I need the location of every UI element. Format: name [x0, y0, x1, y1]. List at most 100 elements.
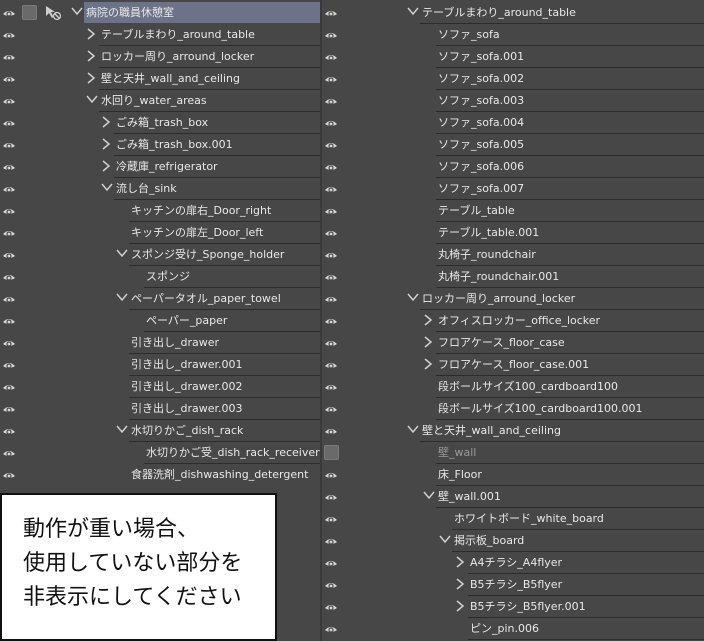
chevron-right-icon[interactable]	[455, 600, 465, 612]
eye-icon[interactable]	[324, 250, 338, 259]
outliner-row[interactable]: ソファ_sofa.004	[322, 112, 704, 134]
row-label[interactable]: ソファ_sofa.006	[436, 156, 704, 178]
outliner-row[interactable]: 引き出し_drawer.002	[0, 376, 320, 398]
row-label[interactable]: B5チラシ_B5flyer	[468, 574, 704, 596]
row-label[interactable]: 水切りかご_dish_rack	[129, 420, 320, 442]
row-label[interactable]: ソファ_sofa.003	[436, 90, 704, 112]
outliner-row[interactable]: 掲示板_board	[322, 530, 704, 552]
row-label[interactable]: 冷蔵庫_refrigerator	[114, 156, 320, 178]
outliner-row[interactable]: 引き出し_drawer.003	[0, 398, 320, 420]
chevron-right-icon[interactable]	[423, 358, 433, 370]
row-label[interactable]: ホワイトボード_white_board	[452, 508, 704, 530]
row-label[interactable]: 病院の職員休憩室	[84, 2, 320, 23]
row-label[interactable]: 引き出し_drawer.002	[129, 376, 320, 398]
eye-icon[interactable]	[324, 8, 338, 17]
eye-icon[interactable]	[2, 338, 16, 347]
row-label[interactable]: 引き出し_drawer.001	[129, 354, 320, 376]
outliner-row[interactable]: 壁と天井_wall_and_ceiling	[0, 68, 320, 90]
eye-icon[interactable]	[324, 602, 338, 611]
chevron-right-icon[interactable]	[455, 556, 465, 568]
chevron-right-icon[interactable]	[455, 578, 465, 590]
outliner-row[interactable]: ソファ_sofa.007	[322, 178, 704, 200]
chevron-down-icon[interactable]	[86, 94, 98, 106]
outliner-row[interactable]: ソファ_sofa.002	[322, 68, 704, 90]
outliner-row[interactable]: ソファ_sofa.001	[322, 46, 704, 68]
chevron-right-icon[interactable]	[423, 314, 433, 326]
chevron-down-icon[interactable]	[407, 424, 419, 436]
chevron-right-icon[interactable]	[101, 160, 111, 172]
outliner-row[interactable]: ロッカー周り_arround_locker	[0, 46, 320, 68]
eye-icon[interactable]	[324, 426, 338, 435]
outliner-row[interactable]: 段ボールサイズ100_cardboard100.001	[322, 398, 704, 420]
eye-icon[interactable]	[324, 580, 338, 589]
visibility-toggle-off[interactable]	[324, 445, 339, 460]
row-label[interactable]: B5チラシ_B5flyer.001	[468, 596, 704, 618]
outliner-row[interactable]: テーブルまわり_around_table	[0, 24, 320, 46]
outliner-row[interactable]: 引き出し_drawer.001	[0, 354, 320, 376]
eye-icon[interactable]	[324, 316, 338, 325]
outliner-row[interactable]: オフィスロッカー_office_locker	[322, 310, 704, 332]
eye-icon[interactable]	[2, 8, 16, 17]
eye-icon[interactable]	[2, 272, 16, 281]
row-label[interactable]: ペーパー_paper	[144, 310, 320, 332]
chevron-down-icon[interactable]	[71, 6, 83, 18]
outliner-row[interactable]: 丸椅子_roundchair	[322, 244, 704, 266]
eye-icon[interactable]	[2, 206, 16, 215]
eye-icon[interactable]	[2, 140, 16, 149]
eye-icon[interactable]	[324, 30, 338, 39]
outliner-row[interactable]: ペーパー_paper	[0, 310, 320, 332]
outliner-row[interactable]: 床_Floor	[322, 464, 704, 486]
eye-icon[interactable]	[324, 382, 338, 391]
eye-icon[interactable]	[324, 492, 338, 501]
outliner-row[interactable]: 冷蔵庫_refrigerator	[0, 156, 320, 178]
eye-icon[interactable]	[2, 470, 16, 479]
row-label[interactable]: キッチンの扉左_Door_left	[129, 222, 320, 244]
outliner-row[interactable]: スポンジ受け_Sponge_holder	[0, 244, 320, 266]
eye-icon[interactable]	[324, 184, 338, 193]
outliner-row[interactable]: ソファ_sofa.005	[322, 134, 704, 156]
outliner-row[interactable]: ピン_pin.006	[322, 618, 704, 640]
chevron-right-icon[interactable]	[86, 50, 96, 62]
outliner-row[interactable]: ごみ箱_trash_box	[0, 112, 320, 134]
outliner-row[interactable]: 水回り_water_areas	[0, 90, 320, 112]
outliner-row[interactable]: 壁と天井_wall_and_ceiling	[322, 420, 704, 442]
row-label[interactable]: ソファ_sofa.005	[436, 134, 704, 156]
row-label[interactable]: 掲示板_board	[452, 530, 704, 552]
row-label[interactable]: 引き出し_drawer.003	[129, 398, 320, 420]
row-label[interactable]: 丸椅子_roundchair.001	[436, 266, 704, 288]
outliner-row[interactable]: 引き出し_drawer	[0, 332, 320, 354]
chevron-down-icon[interactable]	[116, 248, 128, 260]
outliner-row[interactable]: テーブル_table.001	[322, 222, 704, 244]
row-label[interactable]: ピン_pin.006	[468, 618, 704, 640]
chevron-down-icon[interactable]	[407, 292, 419, 304]
eye-icon[interactable]	[2, 162, 16, 171]
outliner-row[interactable]: B5チラシ_B5flyer	[322, 574, 704, 596]
eye-icon[interactable]	[2, 30, 16, 39]
row-label[interactable]: 食器洗剤_dishwashing_detergent	[129, 464, 320, 485]
eye-icon[interactable]	[324, 272, 338, 281]
chevron-down-icon[interactable]	[423, 490, 435, 502]
chevron-right-icon[interactable]	[423, 336, 433, 348]
chevron-down-icon[interactable]	[116, 292, 128, 304]
row-label[interactable]: オフィスロッカー_office_locker	[436, 310, 704, 332]
eye-icon[interactable]	[324, 74, 338, 83]
row-label[interactable]: ロッカー周り_arround_locker	[99, 46, 320, 68]
eye-icon[interactable]	[324, 624, 338, 633]
outliner-row[interactable]: ホワイトボード_white_board	[322, 508, 704, 530]
eye-icon[interactable]	[324, 360, 338, 369]
eye-icon[interactable]	[324, 404, 338, 413]
eye-icon[interactable]	[2, 228, 16, 237]
outliner-row[interactable]: 段ボールサイズ100_cardboard100	[322, 376, 704, 398]
row-label[interactable]: 流し台_sink	[114, 178, 320, 200]
select-checkbox[interactable]	[22, 5, 37, 20]
chevron-right-icon[interactable]	[86, 72, 96, 84]
row-label[interactable]: ごみ箱_trash_box.001	[114, 134, 320, 156]
chevron-down-icon[interactable]	[101, 182, 113, 194]
outliner-row[interactable]: テーブルまわり_around_table	[322, 2, 704, 24]
outliner-row[interactable]: B5チラシ_B5flyer.001	[322, 596, 704, 618]
row-label[interactable]: ロッカー周り_arround_locker	[420, 288, 704, 310]
outliner-row[interactable]: キッチンの扉右_Door_right	[0, 200, 320, 222]
row-label[interactable]: 壁と天井_wall_and_ceiling	[420, 420, 704, 442]
eye-icon[interactable]	[324, 96, 338, 105]
outliner-row[interactable]: 丸椅子_roundchair.001	[322, 266, 704, 288]
